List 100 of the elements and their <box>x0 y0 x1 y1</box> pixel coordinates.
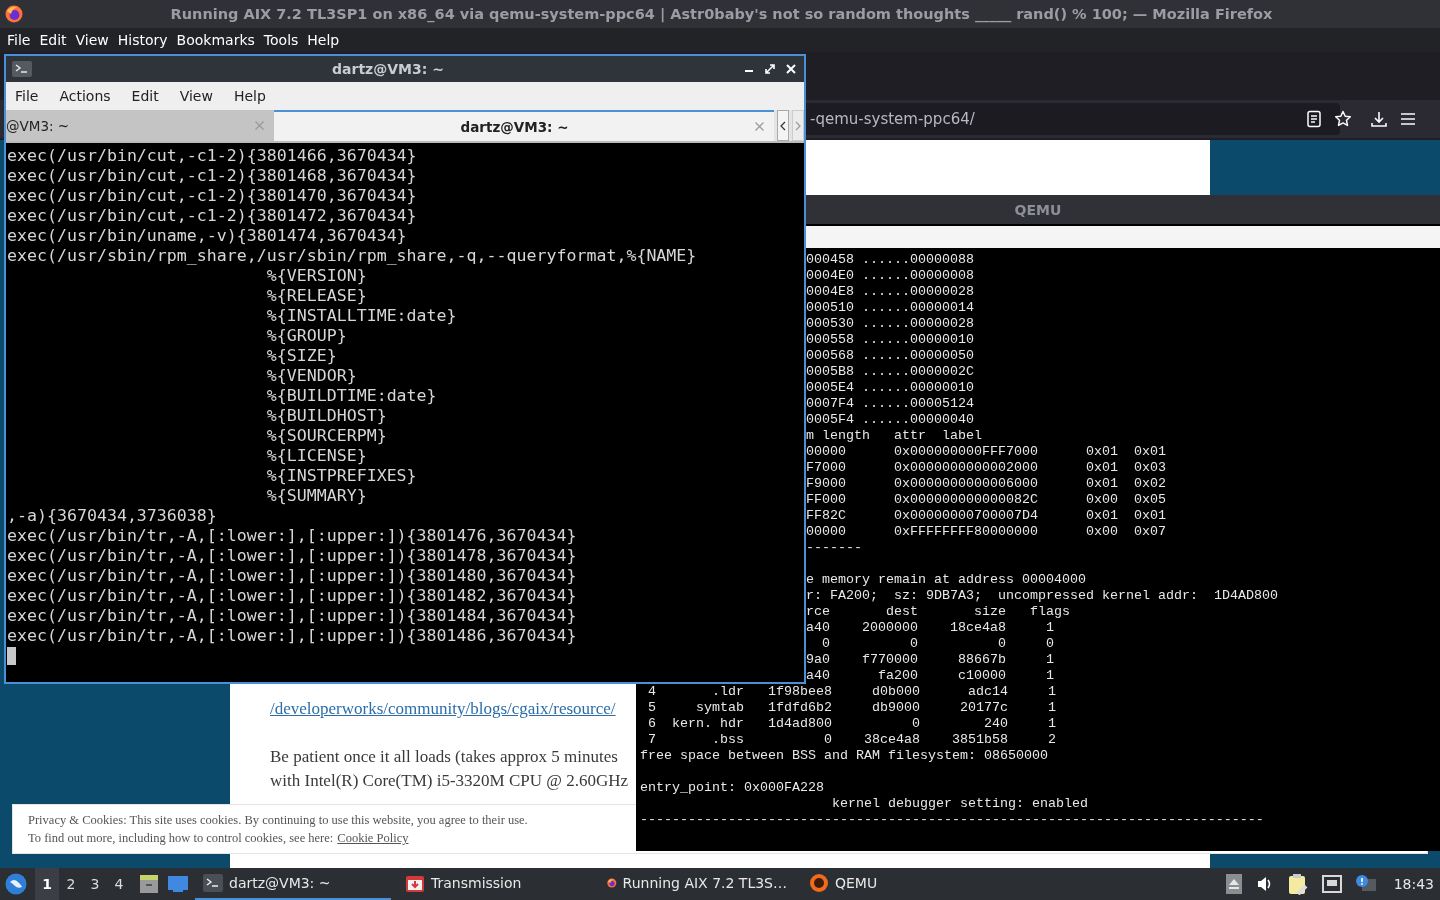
console-line: 5 symtab 1fdfd6b2 db9000 20177c 1 <box>647 700 1056 716</box>
console-line: 7 .bss 0 38ce4a8 3851b58 2 <box>647 732 1056 748</box>
terminal-line: exec(/usr/bin/tr,-A,[:lower:],[:upper:]){3801486,3670434} <box>7 626 577 646</box>
cookie-notice-text: To find out more, including how to control cookies, see here: <box>28 830 334 847</box>
clock[interactable]: 18:43 <box>1393 876 1434 892</box>
terminal-line: exec(/usr/bin/uname,-v){3801474,3670434} <box>7 226 407 246</box>
download-icon[interactable] <box>1370 110 1388 128</box>
clipboard-icon[interactable] <box>1287 873 1308 895</box>
article-text: with Intel(R) Core(TM) i5-3320M CPU @ 2.60GHz <box>270 770 628 792</box>
console-line: 0005F4 ......00000040 <box>806 412 974 428</box>
url-field[interactable]: -qemu-system-ppc64/ <box>806 103 1340 135</box>
menu-icon[interactable] <box>1400 112 1416 126</box>
taskbar-button[interactable]: dartz@VM3: ~ <box>195 868 391 900</box>
terminal-line: exec(/usr/bin/cut,-c1-2){3801472,3670434} <box>7 206 417 226</box>
menu-item[interactable]: File <box>15 88 39 104</box>
console-line: 0 0 0 0 <box>821 636 1054 652</box>
menu-item[interactable]: Help <box>303 32 344 48</box>
terminal-line: %{VERSION} <box>265 266 367 286</box>
chevron-left-icon <box>780 120 786 131</box>
taskbar-button[interactable]: Transmission <box>397 868 593 900</box>
console-line: 0004E0 ......00000008 <box>806 268 974 284</box>
console-line: 000510 ......00000014 <box>806 300 974 316</box>
text-cursor <box>7 647 16 665</box>
taskbar-button[interactable]: QEMU <box>801 868 997 900</box>
menu-item[interactable]: Help <box>233 88 266 104</box>
console-line: 000558 ......00000010 <box>806 332 974 348</box>
console-line: F7000 0x0000000000002000 0x01 0x03 <box>806 460 1166 476</box>
terminal-tab[interactable]: dartz@VM3: ~ <box>274 110 774 141</box>
console-line: 000458 ......00000088 <box>806 252 974 268</box>
console-line: FF000 0x000000000000082C 0x00 0x05 <box>806 492 1166 508</box>
workspace-button[interactable]: 3 <box>83 868 107 900</box>
menu-item[interactable]: File <box>3 32 35 48</box>
menu-item[interactable]: View <box>71 32 113 48</box>
console-line: 0005B8 ......0000002C <box>806 364 974 380</box>
star-icon[interactable] <box>1334 110 1352 128</box>
console-line: F9000 0x0000000000006000 0x01 0x02 <box>806 476 1166 492</box>
terminal-line: %{GROUP} <box>265 326 347 346</box>
chevron-right-icon <box>795 120 801 131</box>
terminal-icon <box>203 874 223 892</box>
terminal-line: %{INSTALLTIME:date} <box>265 306 457 326</box>
workspace-button[interactable]: 1 <box>35 868 59 900</box>
menu-item[interactable]: Bookmarks <box>172 32 259 48</box>
terminal-line: %{RELEASE} <box>265 286 367 306</box>
terminal-line: %{LICENSE} <box>265 446 367 466</box>
cookie-policy-link[interactable]: Cookie Policy <box>337 829 409 847</box>
terminal-line: exec(/usr/bin/cut,-c1-2){3801468,3670434} <box>7 166 417 186</box>
console-line: a40 2000000 18ce4a8 1 <box>806 620 1054 636</box>
menu-item[interactable]: Tools <box>259 32 303 48</box>
terminal-line: exec(/usr/bin/tr,-A,[:lower:],[:upper:]){3801478,3670434} <box>7 546 577 566</box>
console-line: 0004E8 ......00000028 <box>806 284 974 300</box>
taskbar-button[interactable]: Running AIX 7.2 TL3S… <box>599 868 795 900</box>
scroll-left-button[interactable] <box>777 110 789 141</box>
terminal-line: exec(/usr/bin/tr,-A,[:lower:],[:upper:]){3801482,3670434} <box>7 586 577 606</box>
terminal-line: %{BUILDHOST} <box>265 406 387 426</box>
menu-item[interactable]: History <box>113 32 172 48</box>
window-title: dartz@VM3: ~ <box>331 61 445 77</box>
network-icon[interactable] <box>1321 875 1342 893</box>
terminal-line: exec(/usr/bin/tr,-A,[:lower:],[:upper:]){3801484,3670434} <box>7 606 577 626</box>
start-menu-icon[interactable] <box>5 873 27 895</box>
desktop-icon[interactable] <box>167 875 189 893</box>
menu-item[interactable]: View <box>179 88 213 104</box>
terminal-tab[interactable]: @VM3: ~ <box>6 110 274 141</box>
terminal-icon <box>12 61 32 77</box>
menu-item[interactable]: Actions <box>59 88 111 104</box>
menu-item[interactable]: Edit <box>131 88 159 104</box>
window-title: QEMU <box>1014 201 1062 218</box>
terminal-line: %{SUMMARY} <box>265 486 367 506</box>
terminal-line: ,-a){3670434,3736038} <box>7 506 217 526</box>
console-line: a40 fa200 c10000 1 <box>806 668 1054 684</box>
terminal-line: %{VENDOR} <box>265 366 357 386</box>
console-line: ------------------------------------------------------------------------------ <box>640 812 1264 828</box>
terminal-line: %{INSTPREFIXES} <box>265 466 417 486</box>
terminal-line: exec(/usr/bin/cut,-c1-2){3801470,3670434} <box>7 186 417 206</box>
window-title: Running AIX 7.2 TL3SP1 on x86_64 via qemu-system-ppc64 | Astr0baby's not so random thoughts _____ rand() % 100; — Mozilla Firefox <box>169 6 1274 22</box>
console-line: kernel debugger setting: enabled <box>830 796 1088 812</box>
qemu-icon <box>809 873 829 893</box>
console-line: entry_point: 0x000FA228 <box>640 780 824 796</box>
console-line: free space between BSS and RAM filesystem: 08650000 <box>640 748 1048 764</box>
console-line: 000530 ......00000028 <box>806 316 974 332</box>
console-line: 00000 0xFFFFFFFF80000000 0x00 0x07 <box>806 524 1166 540</box>
notification-icon[interactable] <box>1355 875 1376 893</box>
terminal-line: %{BUILDTIME:date} <box>265 386 437 406</box>
article-text: Be patient once it all loads (takes approx 5 minutes <box>270 746 618 768</box>
console-line: 0007F4 ......00005124 <box>806 396 974 412</box>
workspace-button[interactable]: 2 <box>59 868 83 900</box>
file-cabinet-icon[interactable] <box>139 874 159 894</box>
terminal-line: exec(/usr/bin/cut,-c1-2){3801466,3670434} <box>7 146 417 166</box>
console-line: e memory remain at address 00004000 <box>806 572 1086 588</box>
console-line: 000568 ......00000050 <box>806 348 974 364</box>
eject-icon[interactable] <box>1225 874 1242 894</box>
workspace-button[interactable]: 4 <box>107 868 131 900</box>
menu-item[interactable]: Edit <box>35 32 71 48</box>
console-line: 6 kern. hdr 1d4ad800 0 240 1 <box>647 716 1056 732</box>
reader-view-icon[interactable] <box>1306 110 1322 128</box>
console-line: m length attr label <box>806 428 982 444</box>
maximize-icon[interactable] <box>765 64 775 74</box>
console-line: ------- <box>806 540 862 556</box>
console-line: FF82C 0x00000000700007D4 0x01 0x01 <box>806 508 1166 524</box>
article-link[interactable]: /developerworks/community/blogs/cgaix/resource/ <box>270 697 616 721</box>
terminal-line: exec(/usr/bin/tr,-A,[:lower:],[:upper:]){3801476,3670434} <box>7 526 577 546</box>
